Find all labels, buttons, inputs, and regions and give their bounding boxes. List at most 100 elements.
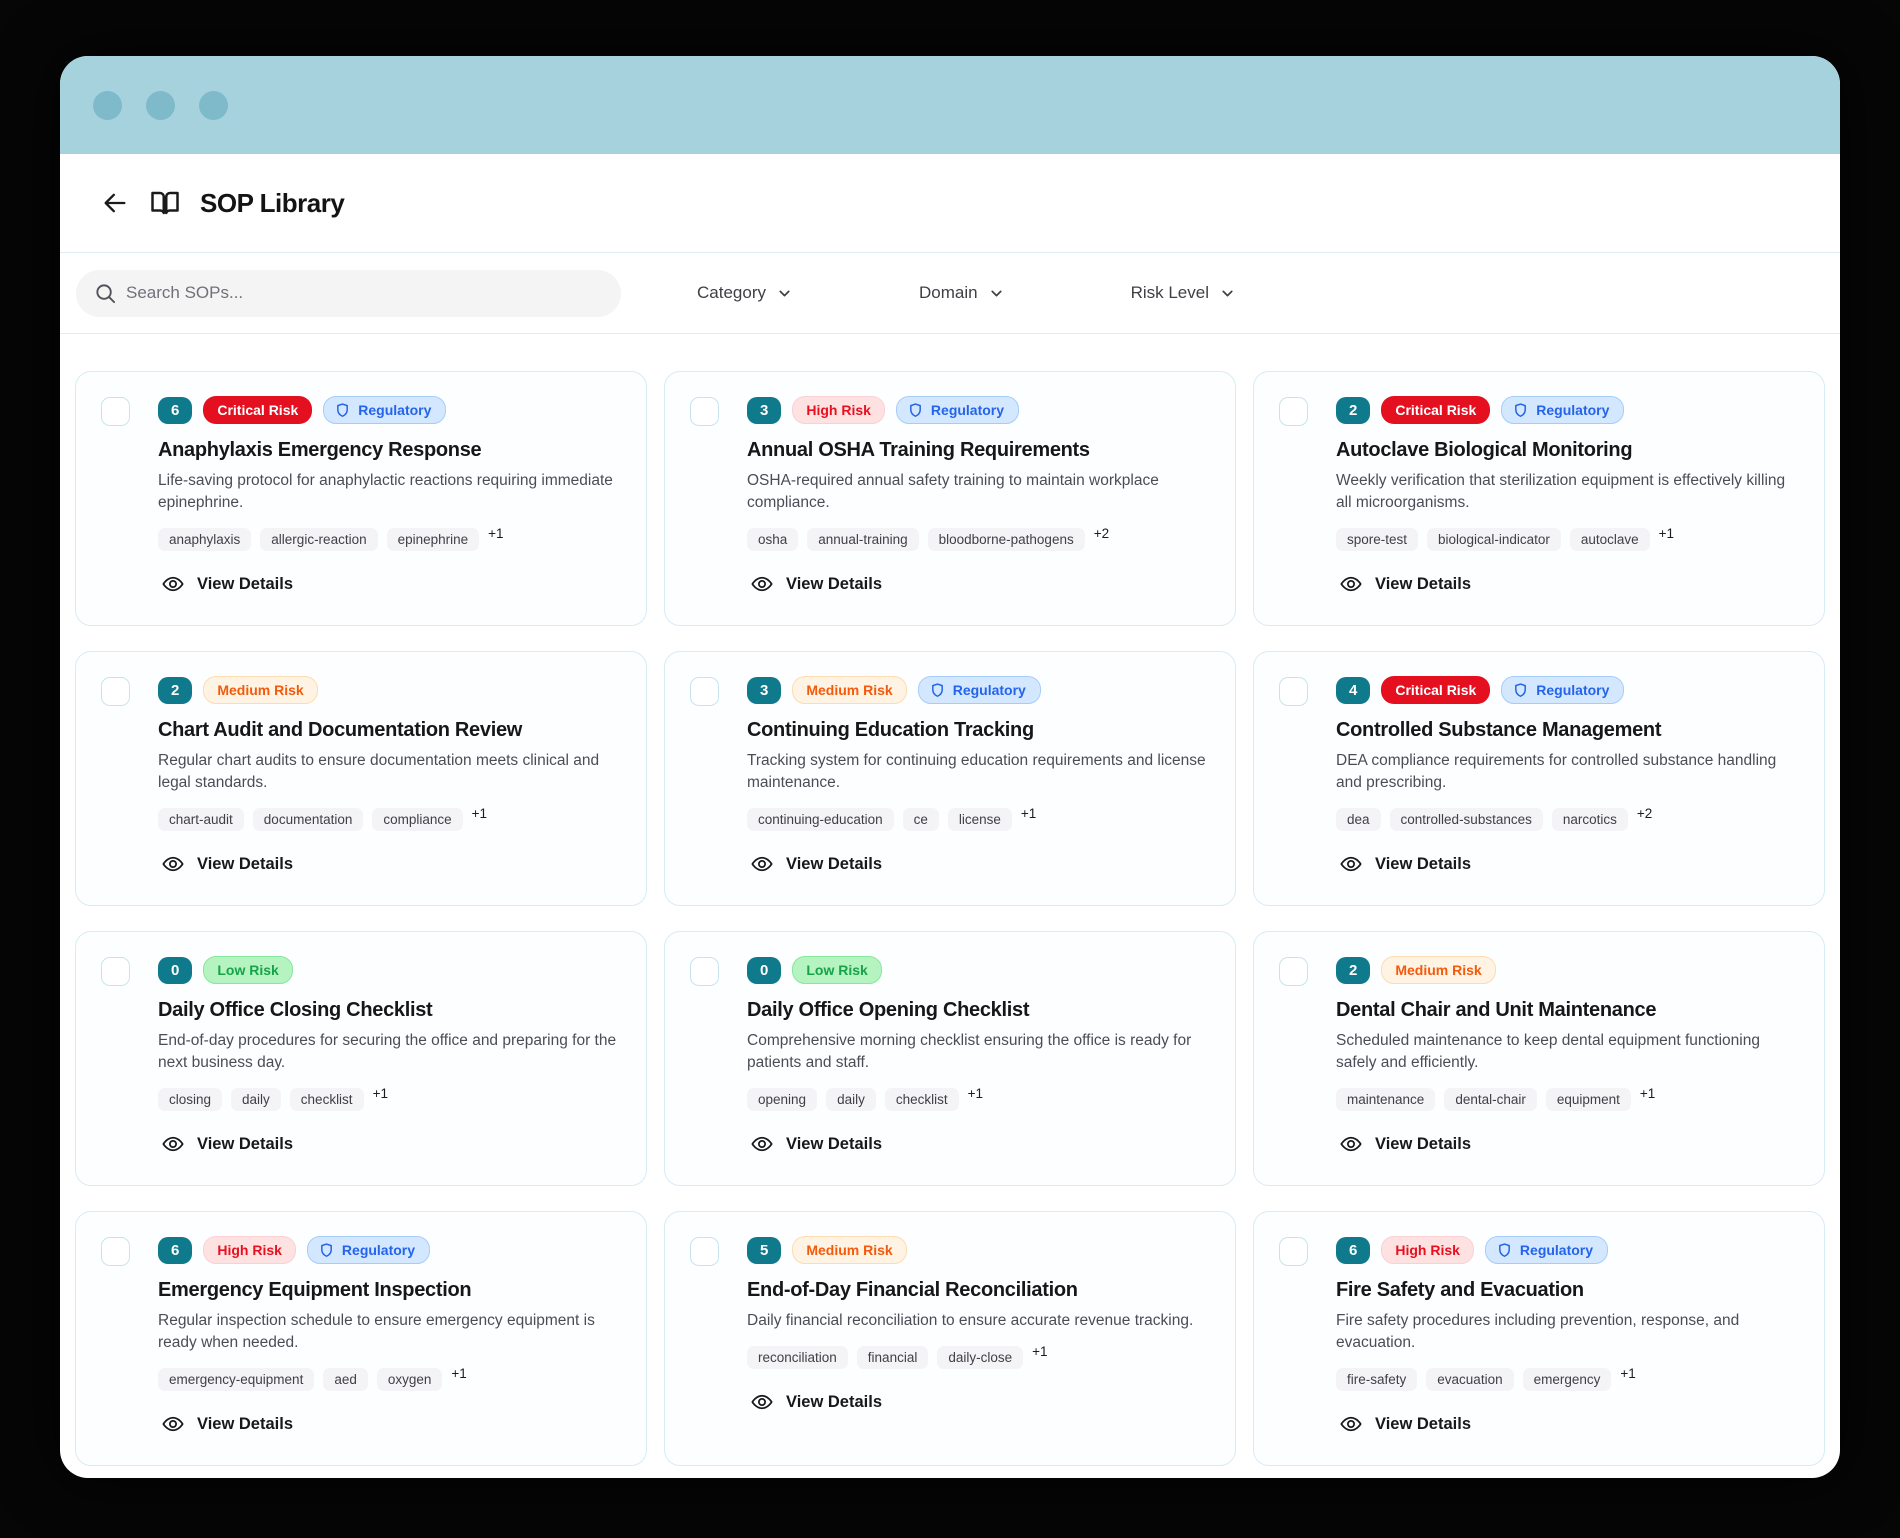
view-details-label: View Details bbox=[197, 1414, 293, 1433]
badge-row: 0 Low Risk bbox=[747, 956, 1211, 984]
window-control-dot[interactable] bbox=[199, 90, 228, 120]
tag-pill: closing bbox=[158, 1088, 223, 1111]
filter-risk-level[interactable]: Risk Level bbox=[1117, 270, 1250, 317]
regulatory-badge: Regulatory bbox=[1501, 676, 1625, 704]
card-body: 5 Medium Risk End-of-Day Financial Recon… bbox=[733, 1236, 1211, 1441]
tag-pill: maintenance bbox=[1336, 1088, 1436, 1111]
card-checkbox[interactable] bbox=[101, 677, 130, 706]
view-details-button[interactable]: View Details bbox=[747, 1131, 882, 1157]
card-checkbox[interactable] bbox=[1279, 397, 1308, 426]
badge-row: 5 Medium Risk bbox=[747, 1236, 1211, 1264]
tag-pill: reconciliation bbox=[747, 1346, 848, 1369]
filter-category[interactable]: Category bbox=[683, 270, 807, 317]
card-title: Fire Safety and Evacuation bbox=[1336, 1279, 1584, 1301]
card-title: Daily Office Closing Checklist bbox=[158, 999, 433, 1021]
filter-label: Risk Level bbox=[1130, 283, 1209, 302]
view-details-button[interactable]: View Details bbox=[747, 571, 882, 597]
tag-pill: dea bbox=[1336, 808, 1381, 831]
view-details-button[interactable]: View Details bbox=[747, 851, 882, 877]
tag-pill: anaphylaxis bbox=[158, 528, 252, 551]
view-details-button[interactable]: View Details bbox=[158, 851, 293, 877]
card-checkbox[interactable] bbox=[690, 677, 719, 706]
filter-domain[interactable]: Domain bbox=[905, 270, 1019, 317]
tag-more-count: +1 bbox=[488, 526, 504, 541]
tag-pill: bloodborne-pathogens bbox=[927, 528, 1085, 551]
view-details-button[interactable]: View Details bbox=[1336, 1411, 1471, 1437]
eye-icon bbox=[751, 1391, 773, 1413]
regulatory-badge: Regulatory bbox=[917, 676, 1041, 704]
tag-row: continuing-education ce license +1 bbox=[747, 806, 1211, 831]
chevron-down-icon bbox=[776, 285, 793, 302]
tag-row: dea controlled-substances narcotics +2 bbox=[1336, 806, 1800, 831]
window-control-dot[interactable] bbox=[146, 90, 175, 120]
eye-icon bbox=[751, 1133, 773, 1155]
view-details-button[interactable]: View Details bbox=[1336, 1131, 1471, 1157]
badge-row: 2 Critical Risk Regulatory bbox=[1336, 396, 1800, 424]
tag-pill: narcotics bbox=[1551, 808, 1628, 831]
tag-more-count: +1 bbox=[1020, 806, 1037, 821]
card-checkbox[interactable] bbox=[101, 1237, 130, 1266]
tag-pill: license bbox=[947, 808, 1012, 831]
card-body: 3 Medium Risk Regulatory Continuing Educ… bbox=[733, 676, 1211, 881]
card-body: 2 Critical Risk Regulatory Autoclave Bio… bbox=[1322, 396, 1800, 601]
page-title: SOP Library bbox=[200, 187, 345, 218]
badge-row: 3 High Risk Regulatory bbox=[747, 396, 1211, 424]
card-title: Continuing Education Tracking bbox=[747, 719, 1034, 741]
view-details-button[interactable]: View Details bbox=[747, 1389, 882, 1415]
view-details-button[interactable]: View Details bbox=[158, 571, 293, 597]
regulatory-label: Regulatory bbox=[341, 1242, 416, 1258]
risk-badge: Critical Risk bbox=[1381, 396, 1491, 424]
count-badge: 2 bbox=[1336, 396, 1371, 424]
tag-more-count: +1 bbox=[372, 1086, 388, 1101]
shield-icon bbox=[1497, 1242, 1512, 1258]
card-checkbox[interactable] bbox=[1279, 1237, 1308, 1266]
tag-more-count: +2 bbox=[1636, 806, 1653, 821]
view-details-label: View Details bbox=[1375, 1414, 1471, 1433]
card-checkbox[interactable] bbox=[1279, 957, 1308, 986]
tag-pill: osha bbox=[747, 528, 799, 551]
tag-pill: oxygen bbox=[376, 1368, 443, 1391]
risk-badge: Critical Risk bbox=[203, 396, 313, 424]
risk-badge: High Risk bbox=[1381, 1236, 1474, 1264]
risk-badge: Medium Risk bbox=[792, 676, 907, 704]
view-details-label: View Details bbox=[786, 1392, 882, 1411]
shield-icon bbox=[1513, 402, 1528, 418]
card-checkbox[interactable] bbox=[690, 1237, 719, 1266]
tag-row: reconciliation financial daily-close +1 bbox=[747, 1344, 1211, 1369]
count-badge: 4 bbox=[1336, 676, 1371, 704]
view-details-button[interactable]: View Details bbox=[158, 1131, 293, 1157]
card-description: Scheduled maintenance to keep dental equ… bbox=[1336, 1032, 1760, 1071]
count-badge: 6 bbox=[158, 396, 193, 424]
card-description: OSHA-required annual safety training to … bbox=[747, 472, 1159, 511]
window-control-dot[interactable] bbox=[93, 90, 122, 120]
card-checkbox[interactable] bbox=[1279, 677, 1308, 706]
filter-label: Domain bbox=[918, 283, 978, 302]
tag-pill: controlled-substances bbox=[1389, 808, 1543, 831]
eye-icon bbox=[162, 573, 184, 595]
view-details-button[interactable]: View Details bbox=[1336, 571, 1471, 597]
eye-icon bbox=[1340, 1133, 1362, 1155]
back-button[interactable] bbox=[100, 188, 130, 218]
card-body: 4 Critical Risk Regulatory Controlled Su… bbox=[1322, 676, 1800, 881]
tag-row: emergency-equipment aed oxygen +1 bbox=[158, 1366, 622, 1391]
risk-badge: High Risk bbox=[792, 396, 885, 424]
view-details-button[interactable]: View Details bbox=[1336, 851, 1471, 877]
sop-card: 6 High Risk Regulatory Emergency Equipme… bbox=[75, 1211, 647, 1466]
card-checkbox[interactable] bbox=[101, 957, 130, 986]
view-details-button[interactable]: View Details bbox=[158, 1411, 293, 1437]
card-checkbox[interactable] bbox=[690, 397, 719, 426]
badge-row: 0 Low Risk bbox=[158, 956, 622, 984]
tag-pill: autoclave bbox=[1569, 528, 1650, 551]
card-checkbox[interactable] bbox=[690, 957, 719, 986]
search-input[interactable] bbox=[76, 269, 621, 317]
tag-pill: daily bbox=[231, 1088, 281, 1111]
tag-row: spore-test biological-indicator autoclave +… bbox=[1336, 526, 1800, 551]
card-body: 6 High Risk Regulatory Emergency Equipme… bbox=[144, 1236, 622, 1441]
eye-icon bbox=[1340, 1413, 1362, 1435]
card-description: Daily financial reconciliation to ensure… bbox=[747, 1312, 1194, 1329]
card-checkbox[interactable] bbox=[101, 397, 130, 426]
risk-badge: Medium Risk bbox=[1381, 956, 1496, 984]
card-description: Regular inspection schedule to ensure em… bbox=[158, 1312, 595, 1351]
arrow-left-icon bbox=[101, 189, 129, 217]
tag-more-count: +1 bbox=[1032, 1344, 1048, 1359]
